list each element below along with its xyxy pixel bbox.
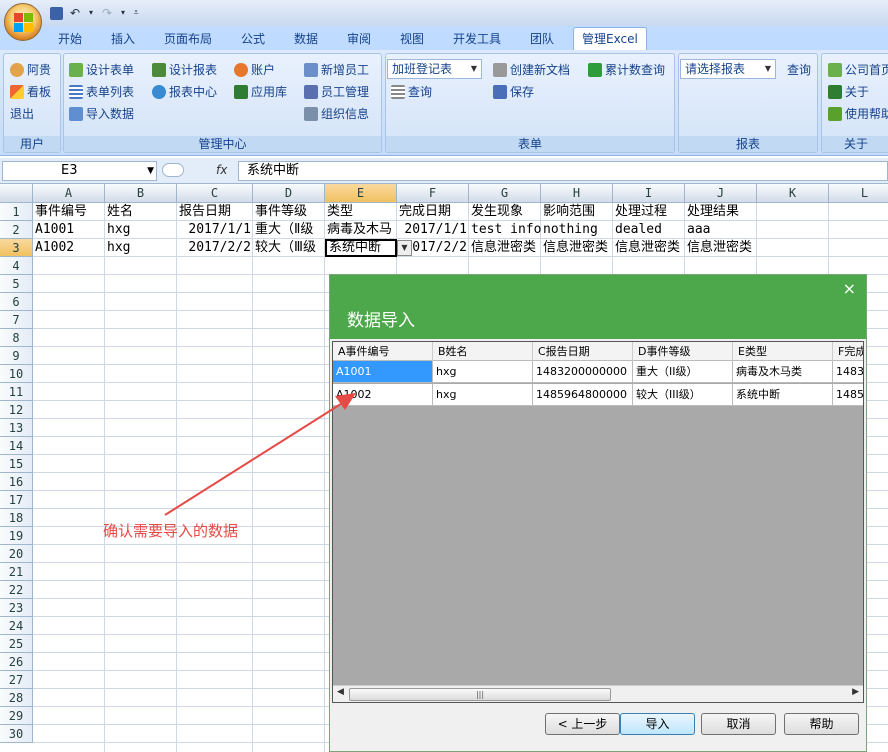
annotation-text: 确认需要导入的数据 — [103, 522, 239, 540]
chevron-down-icon[interactable]: ▼ — [397, 240, 412, 256]
arrow-head — [335, 393, 356, 410]
arrow-line — [164, 401, 345, 516]
cell-e3[interactable]: 系统中断 — [325, 239, 397, 257]
office-logo-icon — [14, 13, 34, 33]
office-button[interactable] — [4, 3, 42, 41]
excel-window: { "ribbon": { "tabs": ["开始","插入","页面布局",… — [0, 0, 888, 752]
annotation-arrow — [164, 393, 356, 516]
